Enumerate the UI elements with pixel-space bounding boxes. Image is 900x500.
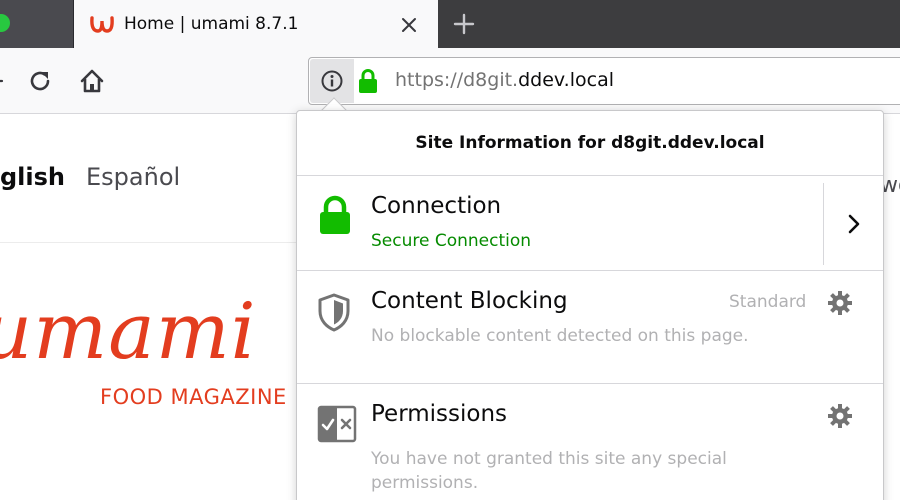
connection-title: Connection [371, 193, 502, 219]
site-identity-button[interactable] [310, 59, 354, 103]
tab-title: Home | umami 8.7.1 [124, 14, 299, 34]
plus-icon [453, 13, 475, 35]
content-blocking-section: Content Blocking Standard No blockable c… [297, 272, 883, 384]
background-tab[interactable] [0, 0, 74, 48]
lock-icon [320, 195, 350, 234]
site-information-panel: Site Information for d8git.ddev.local Co… [296, 110, 884, 500]
language-link-english[interactable]: glish [0, 163, 65, 191]
connection-details-button[interactable] [824, 177, 883, 270]
umami-logo-icon [90, 16, 114, 33]
site-logo[interactable]: umami [0, 287, 257, 377]
url-scheme: https:// [395, 69, 464, 91]
panel-title: Site Information for d8git.ddev.local [415, 133, 765, 153]
permissions-settings-button[interactable] [825, 401, 855, 431]
chevron-right-icon [848, 214, 859, 233]
permissions-section: Permissions You have not granted this si… [297, 385, 883, 500]
navigation-toolbar: https://d8git.ddev.local [0, 48, 900, 114]
tab-home[interactable]: Home | umami 8.7.1 [74, 0, 438, 48]
reload-button[interactable] [24, 65, 56, 97]
home-icon [80, 69, 104, 93]
connection-section[interactable]: Connection Secure Connection [297, 177, 883, 271]
permissions-description: You have not granted this site any speci… [371, 449, 727, 493]
header-divider [0, 242, 300, 243]
permissions-icon [317, 405, 357, 443]
url-bar[interactable]: https://d8git.ddev.local [308, 57, 900, 105]
url-text[interactable]: https://d8git.ddev.local [395, 69, 614, 91]
panel-header: Site Information for d8git.ddev.local [297, 111, 883, 176]
connection-status: Secure Connection [371, 231, 532, 251]
home-button[interactable] [75, 64, 109, 98]
content-blocking-title: Content Blocking [371, 288, 568, 314]
permissions-title: Permissions [371, 401, 508, 427]
content-blocking-level: Standard [729, 292, 807, 312]
forward-arrow-icon[interactable] [0, 71, 4, 91]
content-blocking-description: No blockable content detected on this pa… [371, 326, 749, 346]
shield-icon [318, 293, 350, 332]
info-icon [321, 70, 343, 92]
gear-icon [828, 404, 852, 428]
gear-icon [828, 291, 852, 315]
lock-icon[interactable] [357, 68, 379, 94]
url-subdomain: d8git. [463, 69, 519, 91]
content-blocking-settings-button[interactable] [825, 288, 855, 318]
reload-icon [30, 71, 50, 91]
close-icon [402, 18, 416, 32]
close-tab-button[interactable] [396, 12, 422, 38]
url-domain: ddev.local [518, 69, 614, 91]
site-tagline: FOOD MAGAZINE [100, 385, 287, 409]
language-link-espanol[interactable]: Español [86, 163, 180, 191]
tab-strip: Home | umami 8.7.1 [0, 0, 900, 48]
new-tab-button[interactable] [448, 8, 480, 40]
